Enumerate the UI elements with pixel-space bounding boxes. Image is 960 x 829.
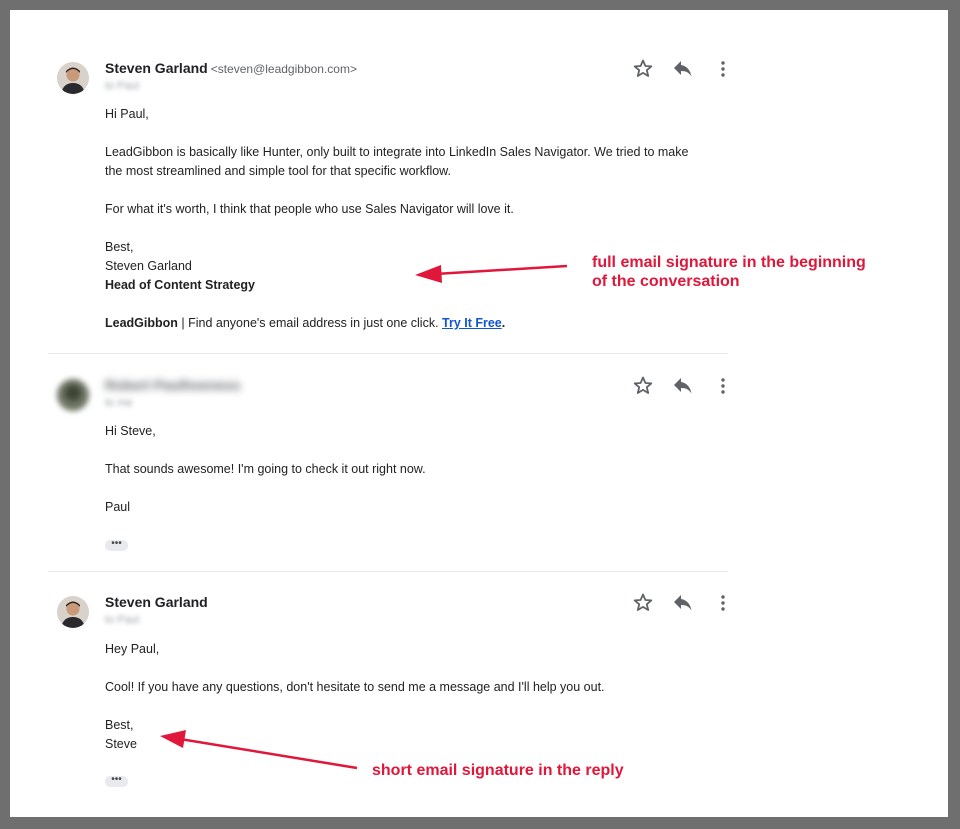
message-actions [630,591,740,615]
reply-icon[interactable] [671,591,695,615]
message-actions [630,374,740,398]
more-vert-icon[interactable] [711,591,735,615]
sender-name: Steven Garland <steven@leadgibbon.com> [105,60,357,76]
recipient-line[interactable]: to me [105,397,133,409]
divider [48,571,728,572]
show-trimmed-content-button[interactable]: ••• [105,539,128,551]
greeting: Hi Steve, [105,424,156,438]
paragraph: That sounds awesome! I'm going to check … [105,462,426,476]
avatar[interactable] [57,379,89,411]
greeting: Hey Paul, [105,642,160,656]
email-thread: Steven Garland <steven@leadgibbon.com> to… [10,10,948,817]
annotation-top-line1: full email signature in the beginning [592,254,866,271]
signature-tagline: LeadGibbon | Find anyone's email address… [105,314,725,333]
reply-icon[interactable] [671,57,695,81]
sender-name: Steven Garland [105,594,208,610]
recipient-line[interactable]: to Paul [105,614,139,626]
more-vert-icon[interactable] [711,57,735,81]
sender-email: <steven@leadgibbon.com> [210,62,357,76]
star-icon[interactable] [631,57,655,81]
star-icon[interactable] [631,591,655,615]
show-trimmed-content-button[interactable]: ••• [105,775,128,787]
signature-brand: LeadGibbon [105,316,178,330]
annotation-top-line2: of the conversation [592,273,740,290]
signature-text: | Find anyone's email address in just on… [177,316,443,330]
closing: Best, [105,718,134,732]
star-icon[interactable] [631,374,655,398]
annotation-bottom: short email signature in the reply [372,762,624,779]
recipient-line[interactable]: to Paul [105,80,139,92]
message-body: Hi Paul, LeadGibbon is basically like Hu… [105,105,725,333]
avatar[interactable] [57,596,89,628]
sender-name: Robert Paulhoeness [105,377,241,393]
more-vert-icon[interactable] [711,374,735,398]
greeting: Hi Paul, [105,107,149,121]
divider [48,353,728,354]
paragraph: Cool! If you have any questions, don't h… [105,680,605,694]
reply-icon[interactable] [671,374,695,398]
message-body: Hey Paul, Cool! If you have any question… [105,640,725,754]
signature-period: . [501,316,506,330]
closing: Paul [105,500,131,514]
paragraph-line: LeadGibbon is basically like Hunter, onl… [105,145,689,159]
signature-name: Steve [105,737,137,751]
try-it-free-link[interactable]: Try It Free [442,316,502,330]
paragraph: For what it's worth, I think that people… [105,202,514,216]
message-body: Hi Steve, That sounds awesome! I'm going… [105,422,725,517]
message-actions [630,57,740,81]
paragraph-line: the most streamlined and simple tool for… [105,164,451,178]
avatar[interactable] [57,62,89,94]
sender-name-text: Steven Garland [105,60,208,76]
